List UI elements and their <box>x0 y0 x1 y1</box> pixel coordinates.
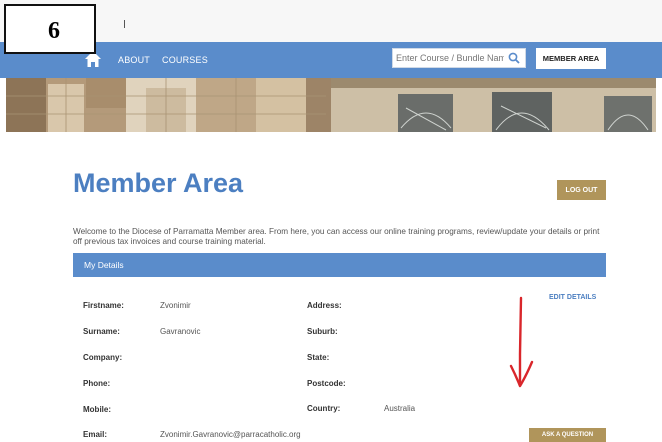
course-search-box <box>392 48 526 68</box>
member-area-button[interactable]: MEMBER AREA <box>536 48 606 69</box>
surname-value: Gavranovic <box>160 327 201 336</box>
ask-question-button[interactable]: ASK A QUESTION <box>529 428 606 442</box>
country-label: Country: <box>307 404 341 413</box>
edit-details-link[interactable]: EDIT DETAILS <box>549 294 596 301</box>
nav-link-about[interactable]: ABOUT <box>118 55 150 65</box>
step-number: 6 <box>48 18 60 44</box>
cathedral-banner-image <box>6 78 656 132</box>
state-label: State: <box>307 353 330 362</box>
nav-link-courses[interactable]: COURSES <box>162 55 208 65</box>
surname-label: Surname: <box>83 327 120 336</box>
my-details-header: My Details <box>73 253 606 277</box>
firstname-value: Zvonimir <box>160 301 191 310</box>
course-search-input[interactable] <box>396 51 504 65</box>
divider-tick <box>124 20 125 28</box>
address-label: Address: <box>307 301 342 310</box>
my-details-heading: My Details <box>84 260 124 270</box>
company-label: Company: <box>83 353 123 362</box>
country-value: Australia <box>384 404 416 413</box>
step-number-badge: 6 <box>4 4 96 54</box>
welcome-text: Welcome to the Diocese of Parramatta Mem… <box>73 227 600 246</box>
logout-button[interactable]: LOG OUT <box>557 180 606 200</box>
page-title: Member Area <box>73 168 244 198</box>
annotation-arrow-down <box>509 296 534 388</box>
browser-top-strip <box>0 0 662 42</box>
mobile-label: Mobile: <box>83 405 111 414</box>
firstname-label: Firstname: <box>83 301 124 310</box>
phone-label: Phone: <box>83 379 111 388</box>
postcode-label: Postcode: <box>307 379 346 388</box>
search-icon[interactable] <box>508 52 520 64</box>
suburb-label: Suburb: <box>307 327 338 336</box>
